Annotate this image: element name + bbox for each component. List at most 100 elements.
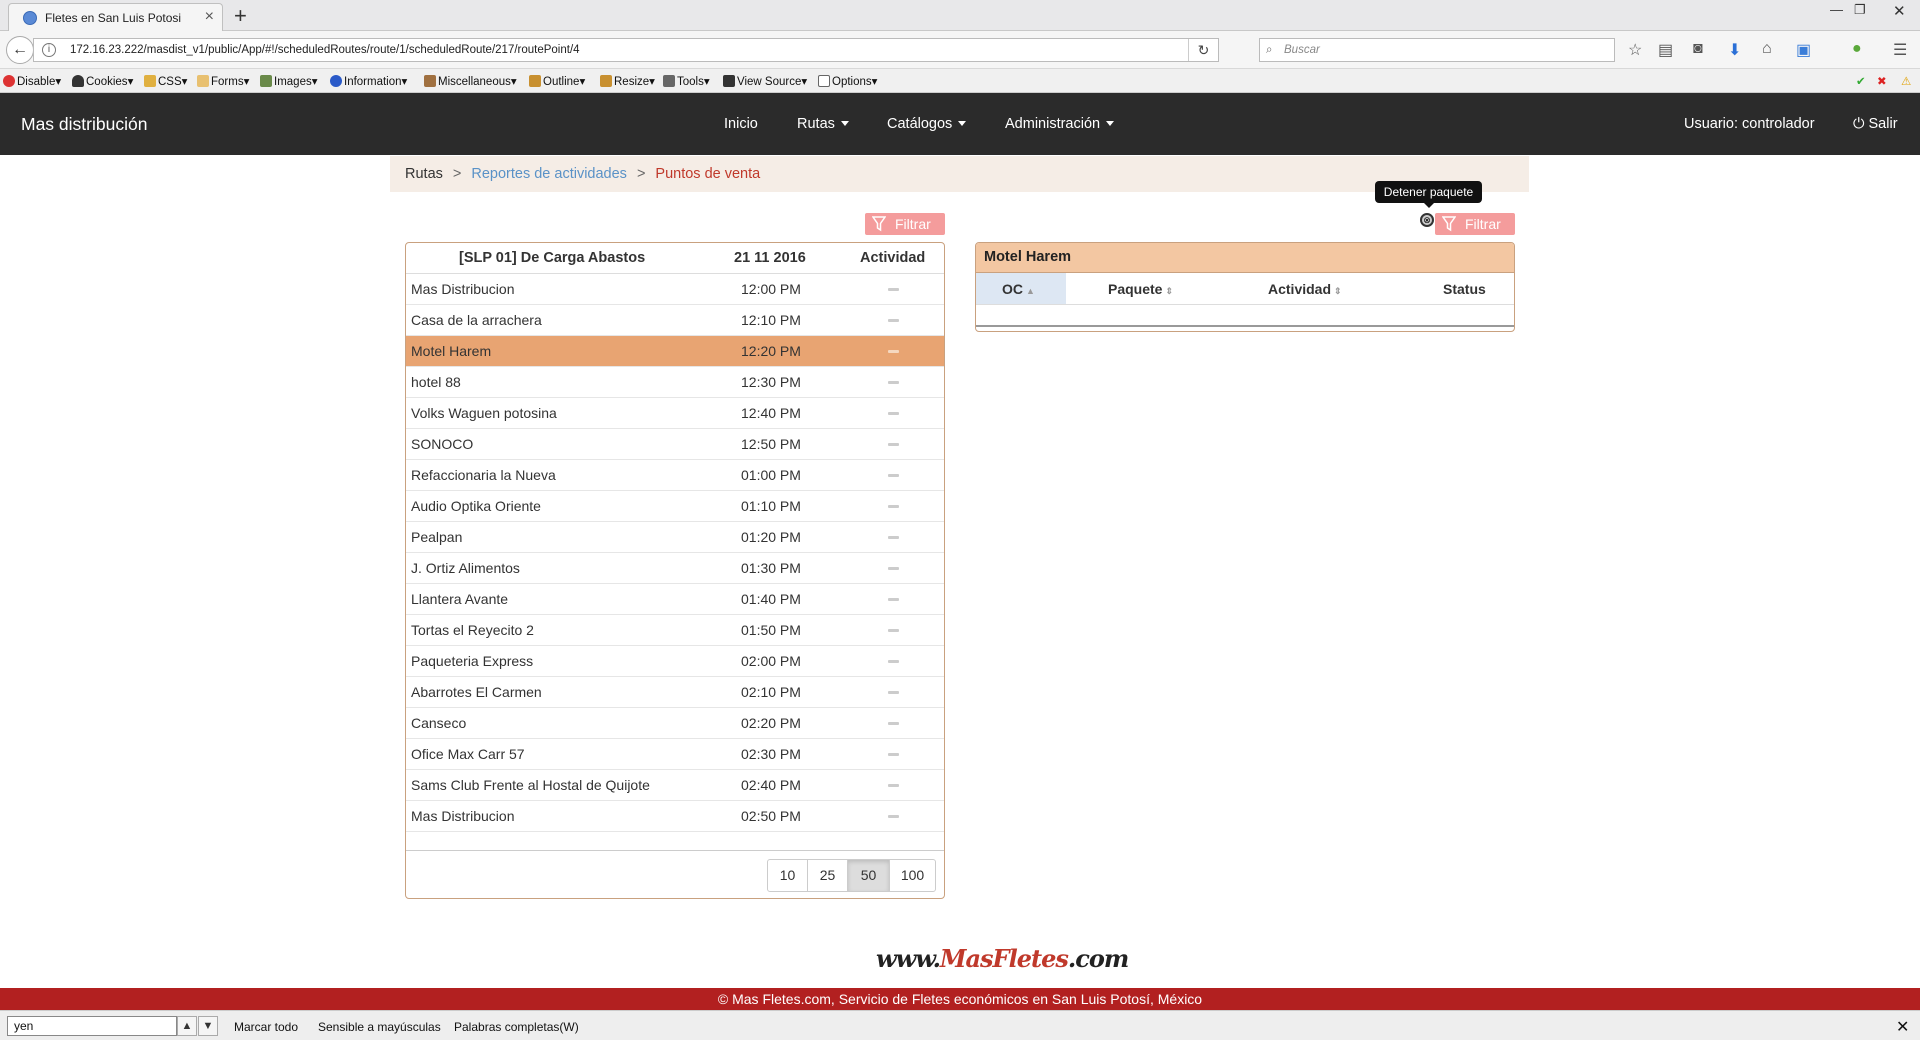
download-icon[interactable]: ⬇ (1728, 40, 1741, 60)
close-window-icon[interactable]: ✕ (1893, 2, 1906, 20)
favicon-icon (23, 11, 37, 25)
breadcrumb-rutas[interactable]: Rutas (405, 166, 443, 182)
route-point-row[interactable]: Pealpan 01:20 PM (406, 522, 944, 553)
dev-cookies-menu[interactable]: Cookies▾ (72, 74, 133, 88)
breadcrumb-reportes[interactable]: Reportes de actividades (471, 166, 627, 182)
url-bar[interactable]: i 172.16.23.222/masdist_v1/public/App/#!… (33, 38, 1219, 62)
reload-icon[interactable]: ↻ (1188, 39, 1218, 61)
logout-link[interactable]: ⏻ Salir (1853, 116, 1898, 132)
back-button[interactable]: ← (6, 36, 34, 64)
info-icon[interactable]: i (42, 43, 56, 57)
route-point-row[interactable]: Mas Distribucion 12:00 PM (406, 274, 944, 305)
brand-link[interactable]: Mas distribución (21, 114, 147, 135)
dev-forms-menu[interactable]: Forms▾ (197, 74, 249, 88)
dev-images-menu[interactable]: Images▾ (260, 74, 318, 88)
search-input[interactable]: ⌕ Buscar (1259, 38, 1615, 62)
nav-rutas[interactable]: Rutas (797, 116, 849, 132)
menu-icon[interactable]: ☰ (1893, 40, 1907, 60)
dev-view-source-menu[interactable]: View Source▾ (723, 74, 807, 88)
route-point-row[interactable]: Tortas el Reyecito 2 01:50 PM (406, 615, 944, 646)
stop-package-icon[interactable]: ⊗ (1420, 213, 1434, 227)
reading-list-icon[interactable]: ▤ (1658, 40, 1673, 60)
route-point-name: Paqueteria Express (411, 653, 534, 669)
breadcrumb-puntos-de-venta: Puntos de venta (655, 166, 761, 182)
app-navbar: Mas distribución Inicio Rutas Catálogos … (0, 93, 1920, 155)
route-point-row[interactable]: Volks Waguen potosina 12:40 PM (406, 398, 944, 429)
route-point-row[interactable]: Paqueteria Express 02:00 PM (406, 646, 944, 677)
site-footer: © Mas Fletes.com, Servicio de Fletes eco… (0, 988, 1920, 1010)
dev-resize-menu[interactable]: Resize▾ (600, 74, 655, 88)
sort-icon: ⇕ (1334, 286, 1342, 296)
route-point-row[interactable]: Sams Club Frente al Hostal de Quijote 02:… (406, 770, 944, 801)
addon-icon[interactable]: ● (1852, 40, 1862, 58)
url-text: 172.16.23.222/masdist_v1/public/App/#!/s… (70, 44, 580, 56)
valid-check-icon[interactable]: ✔ (1856, 74, 1866, 88)
route-point-row[interactable]: Mas Distribucion 02:50 PM (406, 801, 944, 832)
dev-outline-menu[interactable]: Outline▾ (529, 74, 585, 88)
dev-options-menu[interactable]: Options▾ (818, 74, 877, 88)
route-point-time: 01:00 PM (741, 467, 801, 483)
pocket-icon[interactable]: ◙ (1693, 40, 1703, 58)
bookmark-star-icon[interactable]: ☆ (1628, 40, 1642, 60)
minimize-icon[interactable]: — (1830, 2, 1843, 17)
route-point-row[interactable]: Audio Optika Oriente 01:10 PM (406, 491, 944, 522)
breadcrumb-separator: > (452, 166, 462, 182)
route-point-row[interactable]: Canseco 02:20 PM (406, 708, 944, 739)
route-point-row[interactable]: J. Ortiz Alimentos 01:30 PM (406, 553, 944, 584)
route-point-row[interactable]: Ofice Max Carr 57 02:30 PM (406, 739, 944, 770)
route-point-time: 12:40 PM (741, 405, 801, 421)
route-point-time: 02:20 PM (741, 715, 801, 731)
highlight-all-toggle[interactable]: Marcar todo (234, 1020, 298, 1034)
oc-column-header[interactable]: OC ▲ (1002, 281, 1035, 297)
breadcrumb: Rutas > Reportes de actividades > Puntos de … (390, 156, 1529, 192)
right-filter-button[interactable]: Filtrar (1435, 213, 1515, 235)
page-size-10[interactable]: 10 (768, 860, 808, 891)
route-point-row[interactable]: Abarrotes El Carmen 02:10 PM (406, 677, 944, 708)
route-point-time: 01:50 PM (741, 622, 801, 638)
dev-tools-menu[interactable]: Tools▾ (663, 74, 710, 88)
close-findbar-icon[interactable]: ✕ (1896, 1017, 1909, 1037)
dev-disable-menu[interactable]: Disable▾ (3, 74, 61, 88)
route-point-row[interactable]: Refaccionaria la Nueva 01:00 PM (406, 460, 944, 491)
page-size-25[interactable]: 25 (808, 860, 848, 891)
route-point-row[interactable]: Casa de la arrachera 12:10 PM (406, 305, 944, 336)
nav-administracion[interactable]: Administración (1005, 116, 1115, 132)
page-size-50[interactable]: 50 (848, 860, 890, 891)
route-point-row[interactable]: Motel Harem 12:20 PM (406, 336, 944, 367)
page-size-100[interactable]: 100 (890, 860, 935, 891)
dev-misc-menu[interactable]: Miscellaneous▾ (424, 74, 517, 88)
find-previous-button[interactable]: ▲ (177, 1016, 197, 1036)
error-icon[interactable]: ✖ (1877, 74, 1887, 88)
nav-inicio[interactable]: Inicio (724, 116, 758, 132)
route-point-time: 01:40 PM (741, 591, 801, 607)
new-tab-button[interactable]: + (234, 3, 247, 29)
route-point-row[interactable]: hotel 88 12:30 PM (406, 367, 944, 398)
left-filter-button[interactable]: Filtrar (865, 213, 945, 235)
close-tab-icon[interactable]: × (205, 8, 214, 26)
route-point-name: Motel Harem (411, 343, 492, 359)
route-point-row[interactable]: SONOCO 12:50 PM (406, 429, 944, 460)
find-next-button[interactable]: ▼ (198, 1016, 218, 1036)
route-point-name: Refaccionaria la Nueva (411, 467, 556, 483)
paquete-column-header[interactable]: Paquete ⇕ (1108, 281, 1173, 297)
dev-css-menu[interactable]: CSS▾ (144, 74, 187, 88)
whole-words-toggle[interactable]: Palabras completas(W) (454, 1020, 579, 1034)
restore-icon[interactable]: ❐ (1854, 2, 1866, 18)
dev-information-menu[interactable]: Information▾ (330, 74, 407, 88)
nav-catalogos[interactable]: Catálogos (887, 116, 967, 132)
match-case-toggle[interactable]: Sensible a mayúsculas (318, 1020, 441, 1034)
extension-icon[interactable]: ▣ (1796, 40, 1811, 60)
browser-tab[interactable]: Fletes en San Luis Potosi × (8, 3, 223, 32)
find-input[interactable]: yen (7, 1016, 177, 1036)
route-point-time: 02:50 PM (741, 808, 801, 824)
funnel-icon (1442, 216, 1456, 232)
route-point-name: Casa de la arrachera (411, 312, 542, 328)
home-icon[interactable]: ⌂ (1762, 40, 1772, 58)
route-points-header: [SLP 01] De Carga Abastos 21 11 2016 Act… (406, 243, 944, 274)
warning-icon[interactable]: ⚠ (1901, 74, 1911, 88)
route-point-time: 01:20 PM (741, 529, 801, 545)
breadcrumb-separator: > (636, 166, 646, 182)
route-point-row[interactable]: Llantera Avante 01:40 PM (406, 584, 944, 615)
route-point-time: 01:10 PM (741, 498, 801, 514)
actividad-column-header[interactable]: Actividad ⇕ (1268, 281, 1342, 297)
